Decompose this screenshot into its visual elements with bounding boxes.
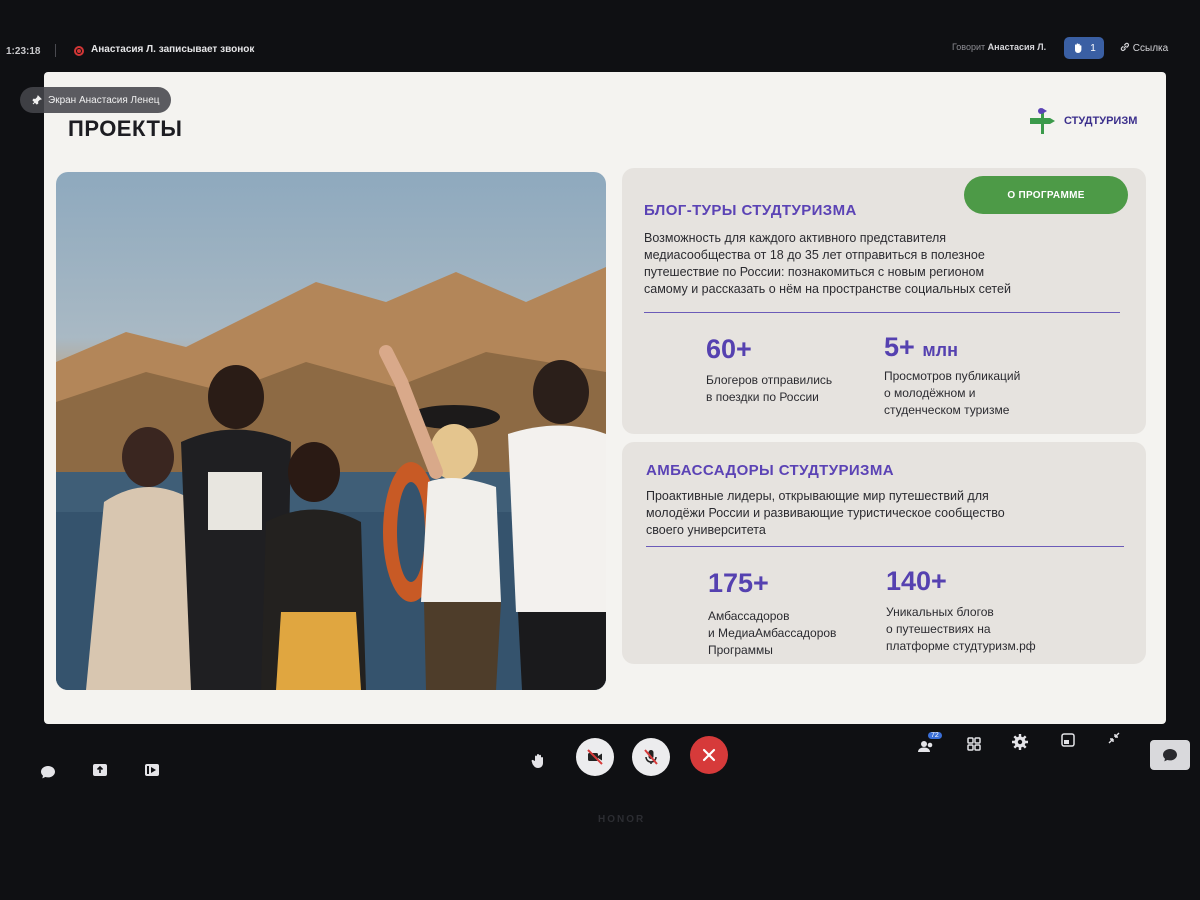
- layout-icon: [1061, 733, 1075, 747]
- caption-line: в поездки по России: [706, 390, 819, 404]
- description-line: медиасообщества от 18 до 35 лет отправит…: [644, 248, 985, 262]
- stat-views-caption: Просмотров публикаций о молодёжном и сту…: [884, 368, 1020, 419]
- settings-button[interactable]: [1010, 732, 1030, 752]
- ambassadors-description: Проактивные лидеры, открывающие мир путе…: [646, 488, 1005, 539]
- screen-share-name: Экран Анастасия Ленец: [48, 94, 160, 106]
- end-call-button[interactable]: [690, 736, 728, 774]
- screen-share-label[interactable]: Экран Анастасия Ленец: [20, 87, 172, 113]
- collapse-button[interactable]: [1104, 728, 1124, 748]
- stat-bloggers-caption: Блогеров отправились в поездки по России: [706, 372, 832, 406]
- caption-line: платформе студтуризм.рф: [886, 639, 1036, 653]
- message-icon: [1163, 749, 1177, 762]
- raised-hands-button[interactable]: 1: [1064, 37, 1104, 59]
- divider: [55, 44, 56, 57]
- device-brand: HONOR: [598, 814, 646, 825]
- caption-line: Программы: [708, 643, 773, 657]
- end-call-icon: [702, 748, 716, 762]
- participants-button[interactable]: 72: [916, 732, 942, 754]
- speaker-prefix: Говорит: [952, 42, 986, 52]
- stat-blogs-value: 140+: [886, 566, 947, 596]
- caption-line: о молодёжном и: [884, 386, 976, 400]
- stat-blogs-caption: Уникальных блогов о путешествиях на плат…: [886, 604, 1036, 655]
- caption-line: и МедиаАмбассадоров: [708, 626, 837, 640]
- stat-ambassadors-caption: Амбассадоров и МедиаАмбассадоров Програм…: [708, 608, 836, 659]
- raise-hand-icon: [531, 754, 543, 768]
- mic-toggle-button[interactable]: [632, 738, 670, 776]
- speaker-name: Анастасия Л.: [987, 42, 1047, 52]
- ambassadors-heading: АМБАССАДОРЫ СТУДТУРИЗМА: [646, 462, 894, 479]
- stat-bloggers-value: 60+: [706, 334, 752, 364]
- link-label: Ссылка: [1132, 43, 1169, 54]
- stat-views-value: 5+ млн: [884, 332, 958, 363]
- description-line: Проактивные лидеры, открывающие мир путе…: [646, 489, 989, 503]
- share-screen-icon: [93, 764, 107, 776]
- participants-count: 72: [928, 732, 942, 739]
- caption-line: Амбассадоров: [708, 609, 790, 623]
- stat-views-unit: млн: [922, 340, 958, 360]
- message-panel-button[interactable]: [1150, 740, 1190, 770]
- logo-text: СТУДТУРИЗМ: [1064, 115, 1138, 127]
- speaker-indicator: Говорит Анастасия Л.: [952, 42, 1046, 52]
- shared-slide: ПРОЕКТЫ СТУДТУРИЗМ О ПРОГРАММЕ БЛОГ-ТУРЫ…: [44, 72, 1166, 724]
- blog-tours-description: Возможность для каждого активного предст…: [644, 230, 1011, 298]
- gear-icon: [1012, 734, 1028, 750]
- call-topbar: 1:23:18 Анастасия Л. записывает звонок Г…: [0, 30, 1200, 70]
- description-line: путешествие по России: познакомиться с н…: [644, 265, 985, 279]
- caption-line: Уникальных блогов: [886, 605, 994, 619]
- call-timer: 1:23:18: [6, 46, 41, 57]
- caption-line: студенческом туризме: [884, 403, 1010, 417]
- studturizm-logo: СТУДТУРИЗМ: [1028, 106, 1137, 136]
- recording-icon: [74, 46, 84, 56]
- photo-illustration: [56, 267, 606, 690]
- raise-hand-button[interactable]: [528, 750, 550, 772]
- collapse-icon: [1108, 732, 1120, 744]
- stat-views-number: 5+: [884, 332, 915, 362]
- link-icon: [1120, 42, 1130, 52]
- camera-toggle-button[interactable]: [576, 738, 614, 776]
- about-program-button[interactable]: О ПРОГРАММЕ: [964, 176, 1128, 214]
- present-button[interactable]: [142, 760, 162, 780]
- grid-icon: [967, 737, 981, 751]
- chat-button[interactable]: [38, 762, 58, 782]
- hand-icon: [1075, 43, 1082, 53]
- card-divider: [646, 546, 1124, 547]
- layout-button[interactable]: [1058, 730, 1078, 750]
- camera-off-icon: [587, 749, 603, 765]
- raised-hands-count: 1: [1090, 42, 1096, 54]
- caption-line: о путешествиях на: [886, 622, 991, 636]
- group-photo: [56, 172, 606, 690]
- blog-tours-heading: БЛОГ-ТУРЫ СТУДТУРИЗМА: [644, 202, 857, 219]
- chat-icon: [41, 766, 55, 779]
- description-line: своего университета: [646, 523, 766, 537]
- stat-ambassadors-value: 175+: [708, 568, 769, 598]
- pin-icon: [32, 95, 42, 105]
- slide-title: ПРОЕКТЫ: [68, 116, 183, 141]
- share-screen-button[interactable]: [90, 760, 110, 780]
- grid-view-button[interactable]: [964, 734, 984, 754]
- recording-status: Анастасия Л. записывает звонок: [91, 44, 255, 55]
- card-divider: [644, 312, 1120, 313]
- description-line: молодёжи России и развивающие туристичес…: [646, 506, 1005, 520]
- caption-line: Блогеров отправились: [706, 373, 833, 387]
- present-icon: [145, 764, 159, 776]
- signpost-icon: [1030, 108, 1055, 134]
- copy-link-button[interactable]: Ссылка: [1120, 42, 1168, 54]
- caption-line: Просмотров публикаций: [884, 369, 1021, 383]
- mic-off-icon: [644, 749, 658, 765]
- description-line: самому и рассказать о нём на пространств…: [644, 282, 1011, 296]
- description-line: Возможность для каждого активного предст…: [644, 231, 947, 245]
